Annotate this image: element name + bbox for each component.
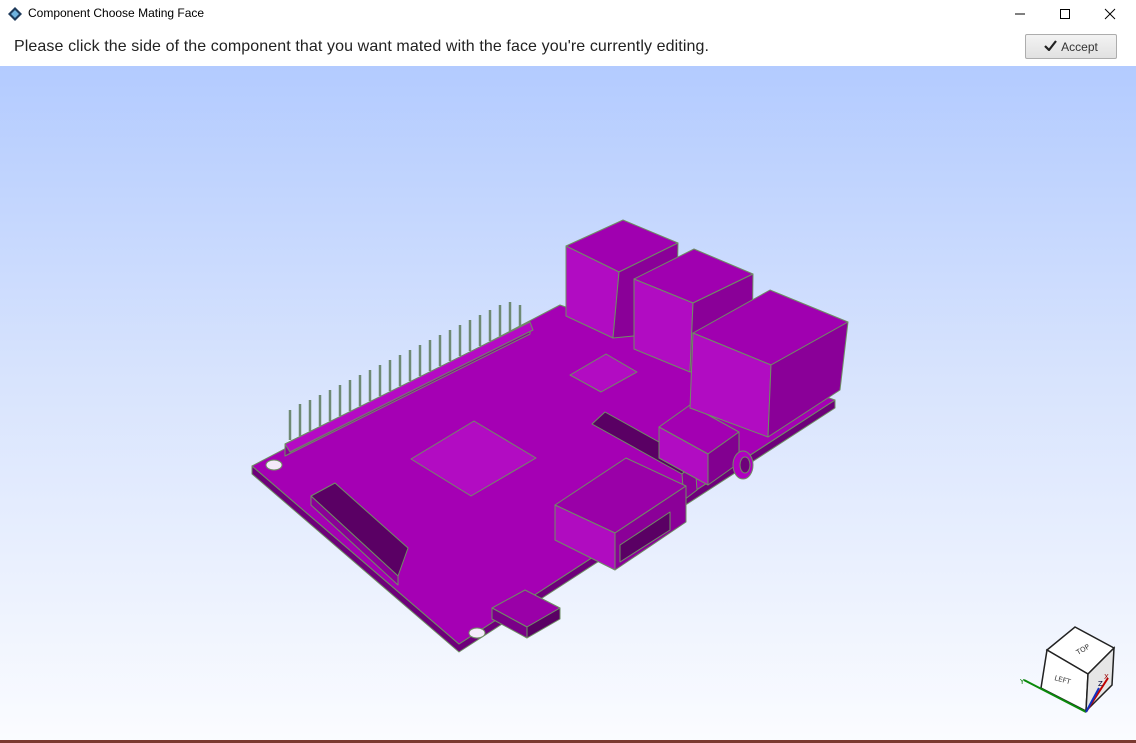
window-title: Component Choose Mating Face: [28, 6, 205, 20]
title-bar: Component Choose Mating Face: [0, 0, 1136, 28]
maximize-button[interactable]: [1042, 0, 1088, 28]
accept-button[interactable]: Accept: [1025, 34, 1117, 59]
accept-button-label: Accept: [1061, 39, 1098, 54]
axis-y-label: Y: [1019, 678, 1025, 686]
component-model[interactable]: TOP LEFT X Y Z: [0, 66, 1136, 743]
close-icon: [1104, 8, 1116, 20]
close-button[interactable]: [1087, 0, 1133, 28]
mounting-hole: [468, 627, 486, 639]
checkmark-icon: [1044, 39, 1058, 54]
mounting-hole: [265, 459, 283, 471]
instruction-text: Please click the side of the component t…: [14, 38, 710, 55]
view-cube[interactable]: TOP LEFT X Y Z: [1019, 626, 1116, 713]
diamond-app-icon: [7, 6, 23, 22]
maximize-icon: [1059, 8, 1071, 20]
axis-x-label: X: [1104, 673, 1109, 681]
axis-z-label: Z: [1098, 680, 1103, 688]
minimize-button[interactable]: [997, 0, 1043, 28]
3d-viewport[interactable]: TOP LEFT X Y Z: [0, 66, 1136, 743]
minimize-icon: [1014, 8, 1026, 20]
instruction-bar: Please click the side of the component t…: [0, 28, 1136, 66]
